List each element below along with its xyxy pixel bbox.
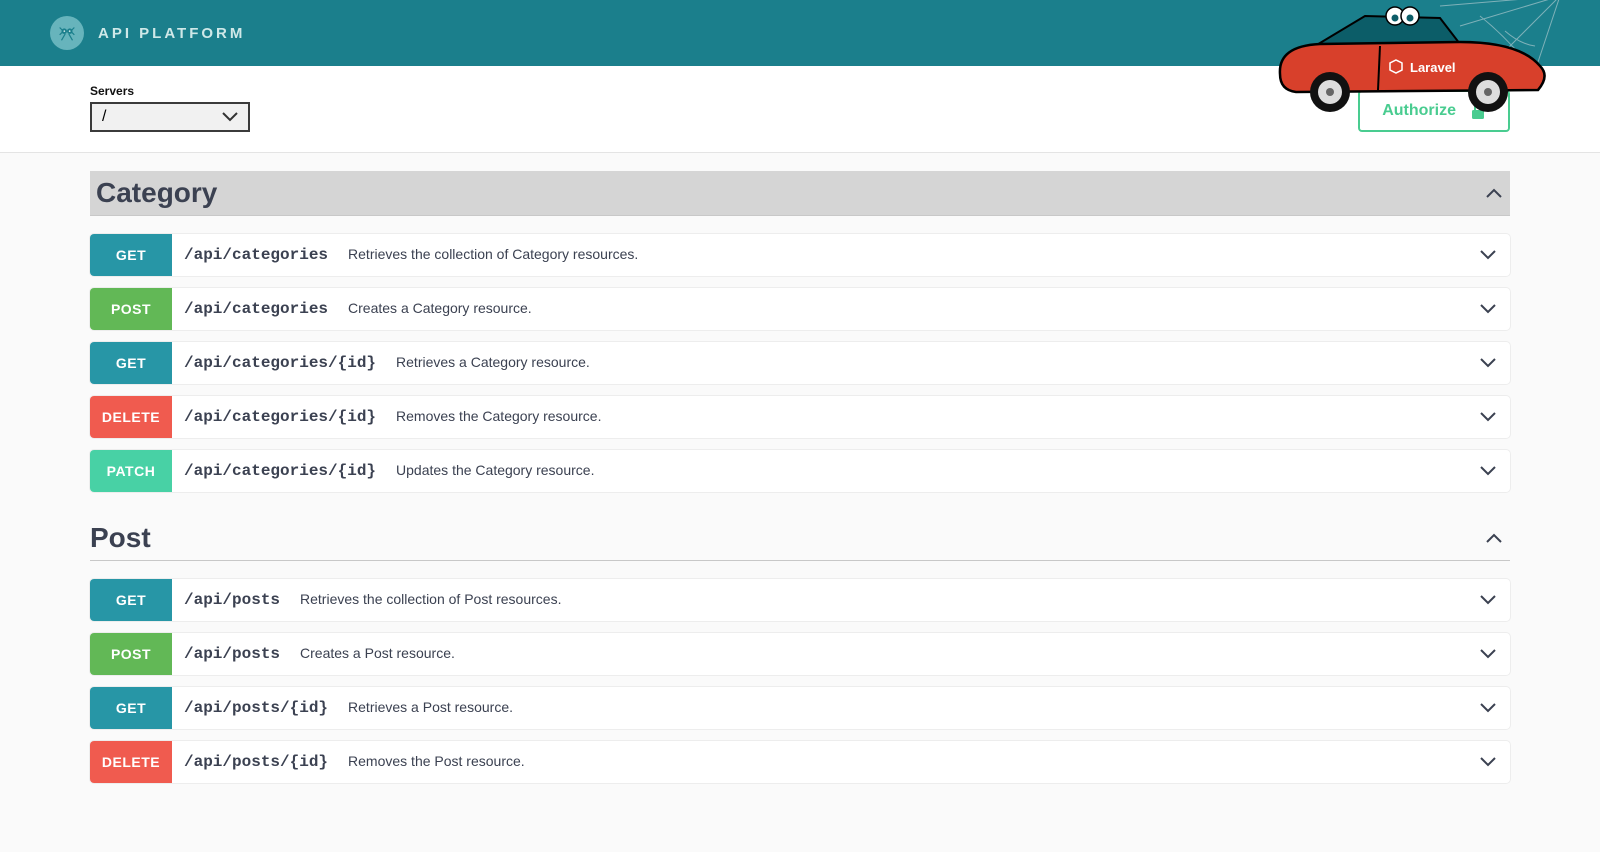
- operation-row[interactable]: DELETE /api/posts/{id} Removes the Post …: [90, 741, 1510, 783]
- http-method-badge: DELETE: [90, 741, 172, 783]
- operation-row[interactable]: POST /api/categories Creates a Category …: [90, 288, 1510, 330]
- operation-path: /api/posts/{id}: [172, 687, 340, 729]
- operation-path: /api/categories: [172, 288, 340, 330]
- spider-logo-icon: [56, 22, 78, 44]
- http-method-badge: DELETE: [90, 396, 172, 438]
- http-method-badge: POST: [90, 633, 172, 675]
- chevron-down-icon: [222, 112, 238, 122]
- operation-desc: Retrieves the collection of Post resourc…: [292, 579, 1466, 621]
- http-method-badge: PATCH: [90, 450, 172, 492]
- resource-group-post: Post GET /api/posts Retrieves the collec…: [90, 516, 1510, 783]
- content-area: Category GET /api/categories Retrieves t…: [0, 153, 1600, 843]
- chevron-down-icon: [1480, 304, 1496, 314]
- http-method-badge: GET: [90, 687, 172, 729]
- chevron-down-icon: [1480, 649, 1496, 659]
- operation-row[interactable]: GET /api/posts/{id} Retrieves a Post res…: [90, 687, 1510, 729]
- http-method-badge: POST: [90, 288, 172, 330]
- chevron-down-icon: [1480, 250, 1496, 260]
- servers-select[interactable]: /: [90, 102, 250, 132]
- expand-toggle[interactable]: [1466, 234, 1510, 276]
- servers-selected-value: /: [102, 108, 106, 126]
- operation-path: /api/posts: [172, 579, 292, 621]
- operation-path: /api/categories: [172, 234, 340, 276]
- operation-row[interactable]: POST /api/posts Creates a Post resource.: [90, 633, 1510, 675]
- product-name: API PLATFORM: [98, 25, 245, 42]
- logo-badge: [50, 16, 84, 50]
- operation-desc: Creates a Post resource.: [292, 633, 1466, 675]
- operation-row[interactable]: PATCH /api/categories/{id} Updates the C…: [90, 450, 1510, 492]
- group-title: Category: [96, 177, 217, 209]
- chevron-down-icon: [1480, 757, 1496, 767]
- expand-toggle[interactable]: [1466, 450, 1510, 492]
- expand-toggle[interactable]: [1466, 633, 1510, 675]
- operation-row[interactable]: GET /api/categories/{id} Retrieves a Cat…: [90, 342, 1510, 384]
- operation-desc: Retrieves the collection of Category res…: [340, 234, 1466, 276]
- expand-toggle[interactable]: [1466, 741, 1510, 783]
- http-method-badge: GET: [90, 342, 172, 384]
- operation-path: /api/categories/{id}: [172, 396, 388, 438]
- operation-row[interactable]: GET /api/categories Retrieves the collec…: [90, 234, 1510, 276]
- http-method-badge: GET: [90, 234, 172, 276]
- operation-path: /api/posts: [172, 633, 292, 675]
- operation-desc: Updates the Category resource.: [388, 450, 1466, 492]
- chevron-up-icon: [1486, 533, 1502, 543]
- car-badge-text: Laravel: [1410, 60, 1456, 75]
- resource-group-category: Category GET /api/categories Retrieves t…: [90, 171, 1510, 492]
- operation-row[interactable]: GET /api/posts Retrieves the collection …: [90, 579, 1510, 621]
- expand-toggle[interactable]: [1466, 342, 1510, 384]
- servers-label: Servers: [90, 84, 250, 98]
- operation-desc: Retrieves a Category resource.: [388, 342, 1466, 384]
- chevron-down-icon: [1480, 412, 1496, 422]
- operation-desc: Removes the Post resource.: [340, 741, 1466, 783]
- chevron-down-icon: [1480, 358, 1496, 368]
- chevron-down-icon: [1480, 466, 1496, 476]
- chevron-down-icon: [1480, 703, 1496, 713]
- operation-desc: Retrieves a Post resource.: [340, 687, 1466, 729]
- brand-bar: API PLATFORM Laravel: [0, 0, 1600, 66]
- operation-path: /api/categories/{id}: [172, 450, 388, 492]
- operation-path: /api/posts/{id}: [172, 741, 340, 783]
- group-body: GET /api/posts Retrieves the collection …: [90, 579, 1510, 783]
- operation-desc: Removes the Category resource.: [388, 396, 1466, 438]
- expand-toggle[interactable]: [1466, 579, 1510, 621]
- expand-toggle[interactable]: [1466, 687, 1510, 729]
- http-method-badge: GET: [90, 579, 172, 621]
- car-illustration-icon: Laravel: [1260, 0, 1560, 116]
- chevron-up-icon: [1486, 188, 1502, 198]
- expand-toggle[interactable]: [1466, 288, 1510, 330]
- servers-block: Servers /: [90, 84, 250, 132]
- operation-desc: Creates a Category resource.: [340, 288, 1466, 330]
- chevron-down-icon: [1480, 595, 1496, 605]
- group-header-post[interactable]: Post: [90, 516, 1510, 561]
- group-title: Post: [90, 522, 151, 554]
- operation-path: /api/categories/{id}: [172, 342, 388, 384]
- operation-row[interactable]: DELETE /api/categories/{id} Removes the …: [90, 396, 1510, 438]
- group-body: GET /api/categories Retrieves the collec…: [90, 234, 1510, 492]
- expand-toggle[interactable]: [1466, 396, 1510, 438]
- group-header-category[interactable]: Category: [90, 171, 1510, 216]
